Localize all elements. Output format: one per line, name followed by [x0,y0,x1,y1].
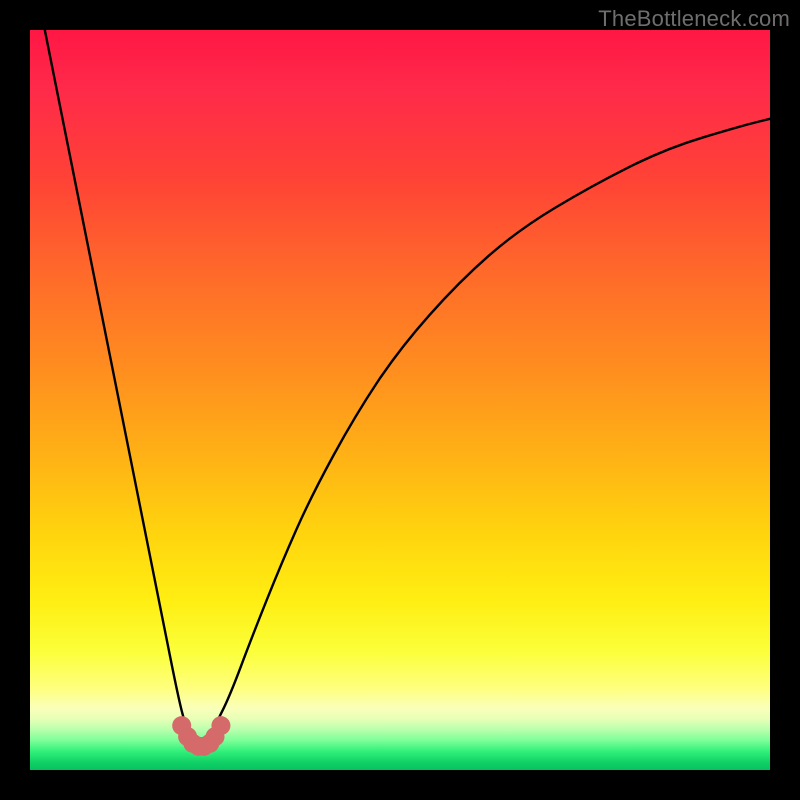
plot-area [30,30,770,770]
bottom-marker-cluster [172,716,230,756]
chart-svg [30,30,770,770]
watermark-text: TheBottleneck.com [598,6,790,32]
curve-left-branch [45,30,200,748]
bottom-marker [211,716,230,735]
curve-group [45,30,770,748]
curve-right-branch [200,119,770,748]
chart-frame: TheBottleneck.com [0,0,800,800]
